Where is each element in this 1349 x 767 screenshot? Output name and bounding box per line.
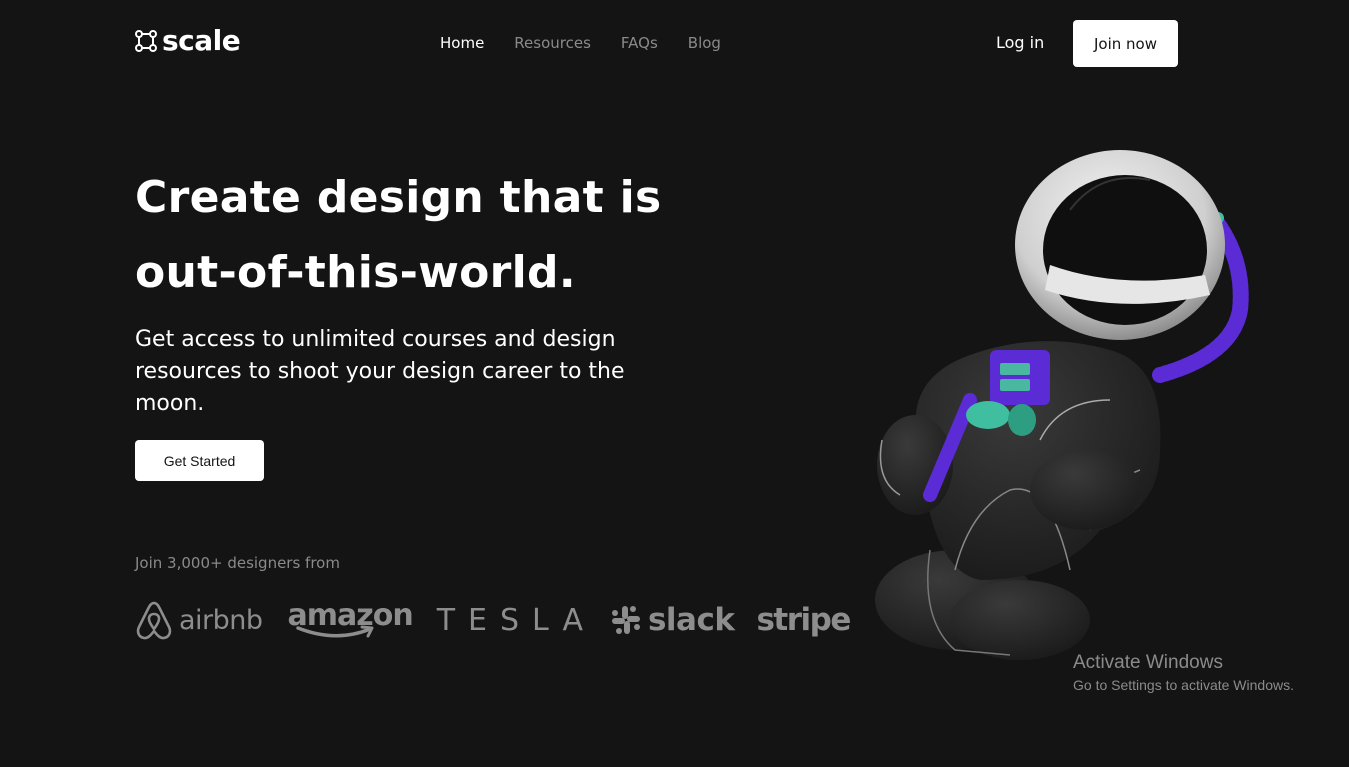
nav-resources[interactable]: Resources <box>514 33 591 53</box>
airbnb-wordmark: airbnb <box>179 604 263 636</box>
watermark-subtitle: Go to Settings to activate Windows. <box>1073 677 1294 693</box>
slack-logo: slack <box>610 602 735 638</box>
social-proof-caption: Join 3,000+ designers from <box>135 554 340 572</box>
hero-title-line-2: out-of-this-world. <box>135 247 576 298</box>
slack-icon <box>611 606 640 634</box>
stripe-logo: stripe <box>756 602 851 638</box>
windows-activation-watermark: Activate Windows Go to Settings to activ… <box>1073 652 1294 696</box>
logo-icon <box>135 30 157 52</box>
logo-text: scale <box>162 24 241 57</box>
login-link[interactable]: Log in <box>996 33 1044 53</box>
nav-blog[interactable]: Blog <box>688 33 721 53</box>
hero-subtitle: Get access to unlimited courses and desi… <box>135 327 625 416</box>
nav-faqs[interactable]: FAQs <box>621 33 658 53</box>
get-started-button[interactable]: Get Started <box>135 440 264 481</box>
brand-logos: airbnb amazon TESLA slack stripe <box>135 596 851 644</box>
airbnb-logo: airbnb <box>135 599 263 641</box>
astronaut-illustration <box>875 150 1249 660</box>
slack-wordmark: slack <box>647 602 735 638</box>
tesla-logo: TESLA <box>437 603 596 638</box>
nav-home[interactable]: Home <box>440 33 484 53</box>
landing-page: scale Home Resources FAQs Blog Log in Jo… <box>0 0 1349 767</box>
stripe-wordmark: stripe <box>756 602 851 638</box>
main-nav: Home Resources FAQs Blog <box>440 33 751 53</box>
join-now-button[interactable]: Join now <box>1073 20 1178 67</box>
hero-title-line-1: Create design that is <box>135 172 662 223</box>
amazon-smile-icon <box>295 625 374 638</box>
tesla-wordmark: TESLA <box>436 602 596 638</box>
amazon-logo: amazon <box>288 601 414 639</box>
watermark-title: Activate Windows <box>1073 652 1223 673</box>
brand-logo[interactable]: scale <box>135 24 241 58</box>
hero-title: Create design that is out-of-this-world. <box>135 160 775 310</box>
airbnb-icon <box>136 601 172 640</box>
